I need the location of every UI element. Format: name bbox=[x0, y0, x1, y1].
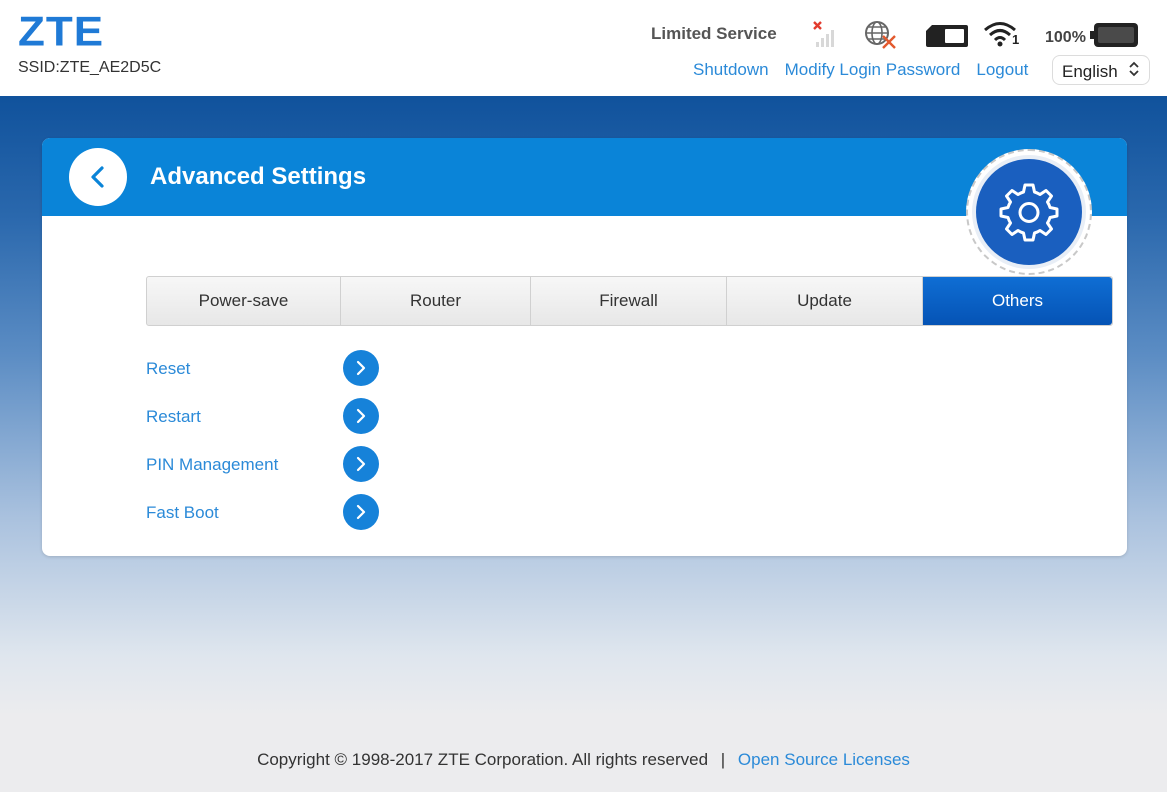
network-status: Limited Service bbox=[651, 24, 777, 43]
menu-item-label[interactable]: PIN Management bbox=[146, 455, 278, 475]
gear-badge bbox=[976, 159, 1082, 265]
copyright-text: Copyright © 1998-2017 ZTE Corporation. A… bbox=[257, 750, 709, 769]
top-header: ZTE SSID:ZTE_AE2D5C Limited Service 1 10… bbox=[0, 0, 1167, 96]
language-select[interactable]: English bbox=[1052, 55, 1150, 85]
card-header: Advanced Settings bbox=[42, 138, 1127, 216]
select-arrows-icon bbox=[1128, 61, 1140, 77]
menu-item-label[interactable]: Fast Boot bbox=[146, 503, 219, 523]
logout-link[interactable]: Logout bbox=[976, 60, 1028, 80]
shutdown-link[interactable]: Shutdown bbox=[693, 60, 769, 80]
wifi-icon: 1 bbox=[983, 20, 1021, 50]
zte-logo: ZTE bbox=[18, 8, 105, 55]
wifi-client-count: 1 bbox=[1012, 32, 1020, 47]
language-value: English bbox=[1062, 62, 1118, 81]
chevron-right-icon[interactable] bbox=[343, 446, 379, 482]
footer-separator: | bbox=[720, 750, 726, 769]
menu-item-label[interactable]: Restart bbox=[146, 407, 201, 427]
ssid-label: SSID:ZTE_AE2D5C bbox=[18, 59, 162, 76]
page-title: Advanced Settings bbox=[150, 163, 367, 190]
top-links: Shutdown Modify Login Password Logout bbox=[693, 60, 1028, 80]
menu-item-restart[interactable]: Restart bbox=[146, 397, 386, 437]
menu-item-pin-management[interactable]: PIN Management bbox=[146, 445, 386, 485]
menu-item-fast-boot[interactable]: Fast Boot bbox=[146, 493, 386, 533]
back-button[interactable] bbox=[69, 148, 127, 206]
tab-router[interactable]: Router bbox=[341, 277, 531, 325]
menu-item-label[interactable]: Reset bbox=[146, 359, 190, 379]
signal-icon bbox=[812, 20, 840, 48]
settings-card: Advanced Settings Power-save Router Fire… bbox=[42, 138, 1127, 556]
chevron-left-icon bbox=[91, 166, 104, 188]
sim-icon bbox=[925, 24, 969, 48]
tab-others[interactable]: Others bbox=[923, 277, 1112, 325]
menu-item-reset[interactable]: Reset bbox=[146, 349, 386, 389]
open-source-licenses-link[interactable]: Open Source Licenses bbox=[738, 750, 910, 769]
settings-tabs: Power-save Router Firewall Update Others bbox=[146, 276, 1113, 326]
chevron-right-icon[interactable] bbox=[343, 398, 379, 434]
chevron-right-icon[interactable] bbox=[343, 494, 379, 530]
tab-update[interactable]: Update bbox=[727, 277, 923, 325]
page-footer: Copyright © 1998-2017 ZTE Corporation. A… bbox=[0, 750, 1167, 770]
modify-password-link[interactable]: Modify Login Password bbox=[785, 60, 961, 80]
globe-disconnected-icon bbox=[862, 20, 898, 50]
chevron-right-icon[interactable] bbox=[343, 350, 379, 386]
tab-firewall[interactable]: Firewall bbox=[531, 277, 727, 325]
tab-power-save[interactable]: Power-save bbox=[147, 277, 341, 325]
gear-icon bbox=[999, 183, 1059, 242]
battery-percent: 100% bbox=[1045, 29, 1086, 46]
battery-icon bbox=[1090, 22, 1140, 48]
